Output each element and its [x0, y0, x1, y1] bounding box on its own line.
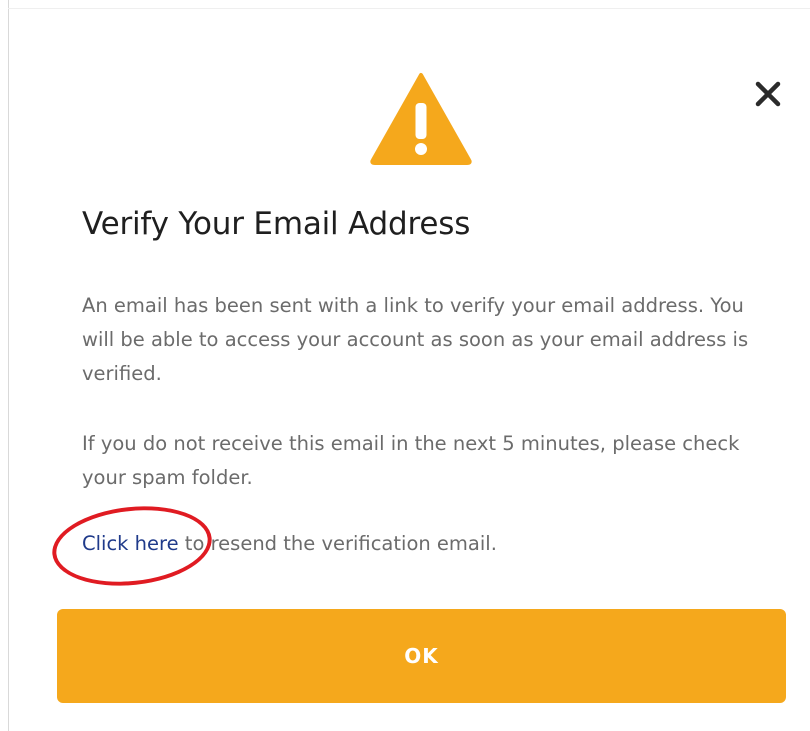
verification-sent-text: An email has been sent with a link to ve…: [82, 294, 749, 385]
verify-email-dialog: Verify Your Email Address An email has b…: [9, 9, 810, 731]
resend-link[interactable]: Click here: [82, 532, 179, 555]
spam-folder-hint: If you do not receive this email in the …: [82, 432, 740, 489]
resend-line-text: to resend the verification email.: [178, 532, 497, 555]
close-button[interactable]: [747, 73, 789, 115]
ok-button[interactable]: OK: [57, 609, 786, 703]
close-icon: [755, 81, 781, 107]
resend-line: Click here to resend the verification em…: [82, 527, 762, 561]
dialog-title: Verify Your Email Address: [82, 206, 471, 242]
warning-triangle-icon: [370, 73, 472, 165]
screen: Verify Your Email Address An email has b…: [0, 0, 810, 731]
